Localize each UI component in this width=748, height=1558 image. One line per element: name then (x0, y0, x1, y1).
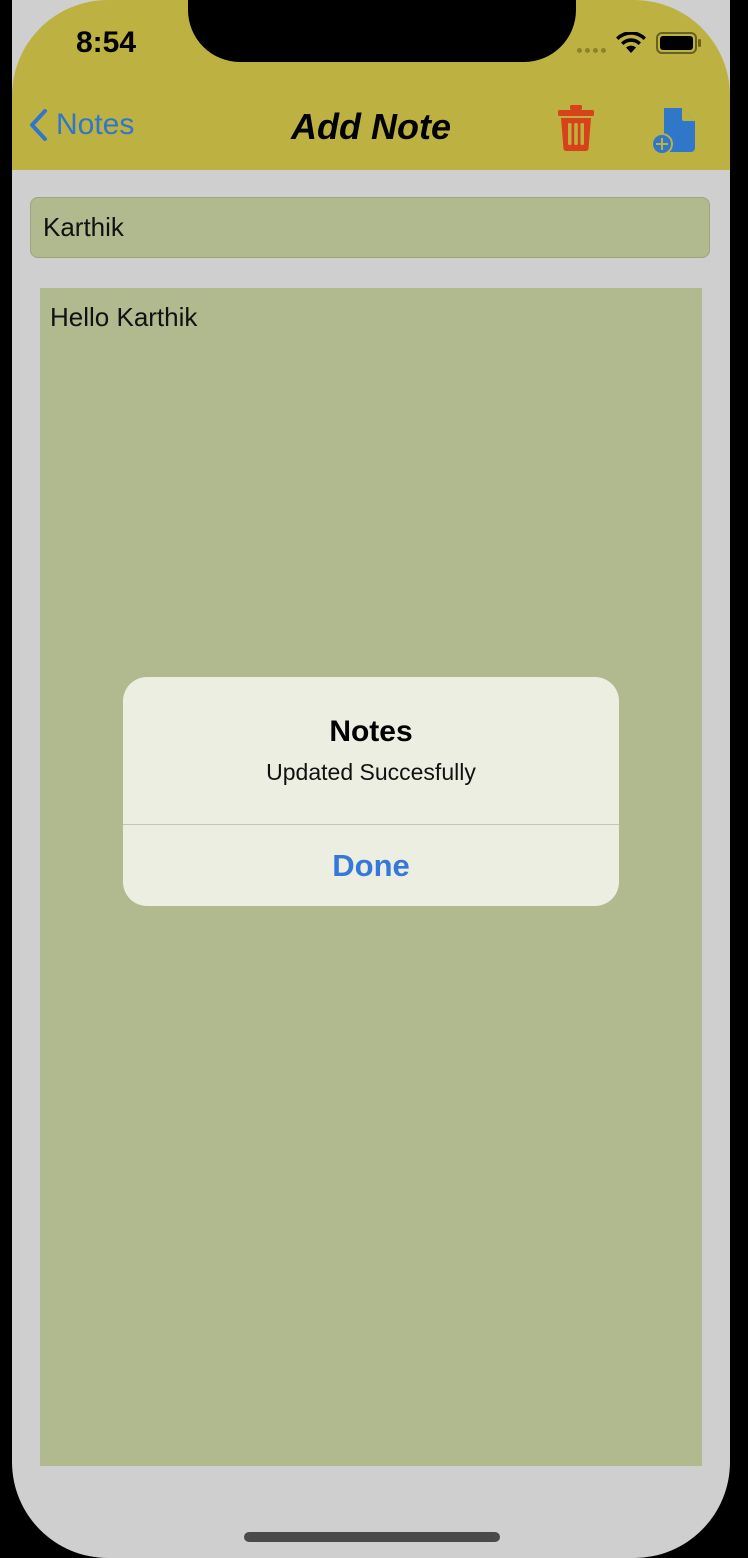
device-frame: 8:54 Notes Add Note Karthik Hello Karthi… (0, 0, 748, 1558)
add-note-button[interactable] (650, 106, 700, 156)
app-screen: 8:54 Notes Add Note Karthik Hello Karthi… (12, 0, 730, 1558)
device-notch (188, 0, 576, 62)
add-file-icon (651, 108, 695, 155)
alert-message: Updated Succesfully (266, 759, 476, 785)
navigation-bar: 8:54 Notes Add Note (12, 0, 730, 170)
done-button[interactable]: Done (123, 825, 619, 906)
signal-dots-icon (577, 33, 606, 53)
note-title-field[interactable]: Karthik (30, 197, 710, 258)
delete-button[interactable] (556, 104, 596, 152)
alert-title: Notes (329, 715, 413, 748)
home-indicator[interactable] (244, 1532, 500, 1542)
alert-dialog: Notes Updated Succesfully Done (123, 677, 619, 906)
battery-icon (656, 32, 701, 54)
page-title: Add Note (291, 106, 451, 147)
status-icons (577, 32, 702, 54)
wifi-icon (616, 32, 646, 53)
status-time: 8:54 (76, 26, 137, 59)
trash-icon (558, 105, 594, 152)
